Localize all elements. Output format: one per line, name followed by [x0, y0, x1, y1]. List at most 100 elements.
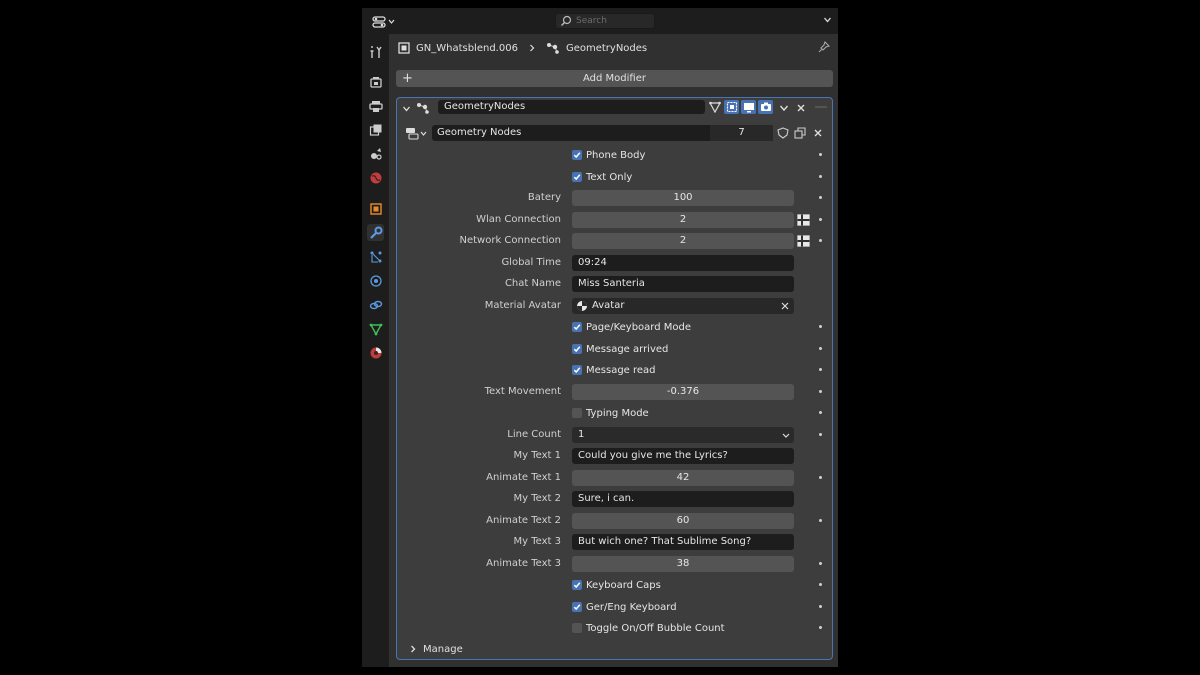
checkbox-box	[572, 172, 582, 182]
keyframe-dot[interactable]	[819, 153, 822, 156]
scene-tab[interactable]	[367, 145, 384, 162]
search-field[interactable]: Search	[555, 13, 655, 29]
property-field[interactable]: Avatar	[572, 298, 794, 314]
property-field[interactable]: 2	[572, 212, 794, 228]
data-tab[interactable]	[367, 320, 384, 337]
search-placeholder: Search	[576, 16, 607, 26]
property-field[interactable]: 100	[572, 190, 794, 206]
keyframe-dot[interactable]	[819, 433, 822, 436]
unlink-close-icon[interactable]	[813, 128, 823, 138]
field-value: Miss Santeria	[578, 278, 645, 289]
property-label: Chat Name	[504, 278, 561, 289]
node-group-name[interactable]: Geometry Nodes	[432, 125, 710, 141]
keyframe-dot[interactable]	[819, 626, 822, 629]
property-checkbox[interactable]: Toggle On/Off Bubble Count	[572, 622, 725, 634]
options-dropdown-icon[interactable]	[823, 15, 832, 24]
keyframe-dot[interactable]	[819, 239, 822, 242]
keyframe-dot[interactable]	[819, 390, 822, 393]
field-value: Could you give me the Lyrics?	[578, 450, 728, 461]
attribute-toggle-icon[interactable]	[797, 214, 810, 226]
output-tab[interactable]	[367, 97, 384, 114]
render-toggle[interactable]	[758, 100, 773, 114]
property-field[interactable]: -0.376	[572, 384, 794, 400]
cage-toggle[interactable]	[724, 100, 739, 114]
property-label: Animate Text 3	[486, 558, 561, 569]
property-field[interactable]: 09:24	[572, 255, 794, 271]
property-field[interactable]: Miss Santeria	[572, 276, 794, 292]
user-count[interactable]: 7	[710, 125, 773, 141]
world-tab[interactable]	[367, 169, 384, 186]
property-row: Ger/Eng Keyboard	[397, 598, 834, 615]
chevron-down-icon[interactable]	[779, 103, 789, 113]
keyframe-dot[interactable]	[819, 583, 822, 586]
keyframe-dot[interactable]	[819, 196, 822, 199]
property-checkbox[interactable]: Keyboard Caps	[572, 579, 661, 591]
object-icon	[369, 202, 382, 215]
property-field[interactable]: But wich one? That Sublime Song?	[572, 534, 794, 550]
editor-type-button[interactable]	[372, 13, 402, 30]
drag-handle-icon[interactable]	[815, 106, 827, 110]
property-field[interactable]: 60	[572, 513, 794, 529]
keyframe-dot[interactable]	[819, 476, 822, 479]
property-row: My Text 3 But wich one? That Sublime Song…	[397, 533, 834, 550]
pin-icon[interactable]	[818, 41, 830, 53]
keyframe-dot[interactable]	[819, 519, 822, 522]
fake-user-shield-icon[interactable]	[777, 127, 789, 139]
property-row: My Text 1 Could you give me the Lyrics?	[397, 447, 834, 464]
property-checkbox[interactable]: Message arrived	[572, 343, 668, 355]
close-icon[interactable]	[796, 103, 806, 113]
property-field[interactable]: 42	[572, 470, 794, 486]
constraints-tab[interactable]	[367, 296, 384, 313]
property-label: My Text 2	[513, 493, 562, 504]
checkbox-label: Message arrived	[586, 343, 669, 355]
keyframe-dot[interactable]	[819, 411, 822, 414]
chevron-right-icon	[530, 44, 535, 52]
object-tab[interactable]	[367, 200, 384, 217]
duplicate-icon[interactable]	[794, 127, 806, 139]
property-field[interactable]: Could you give me the Lyrics?	[572, 448, 794, 464]
property-field[interactable]: Sure, i can.	[572, 491, 794, 507]
viewport-toggle[interactable]	[741, 100, 756, 114]
tool-tab[interactable]	[367, 43, 384, 60]
physics-icon	[369, 274, 382, 287]
property-field[interactable]: 38	[572, 556, 794, 572]
attribute-toggle-icon[interactable]	[797, 235, 810, 247]
keyframe-dot[interactable]	[819, 368, 822, 371]
edit-mode-toggle[interactable]	[707, 100, 722, 114]
property-checkbox[interactable]: Ger/Eng Keyboard	[572, 601, 677, 613]
chevron-down-icon	[782, 433, 790, 438]
world-icon	[370, 172, 381, 183]
breadcrumb: GN_Whatsblend.006 GeometryNodes	[398, 41, 647, 55]
modifier-tab[interactable]	[367, 224, 384, 241]
collapse-chevron-icon[interactable]	[402, 104, 411, 113]
property-checkbox[interactable]: Message read	[572, 364, 656, 376]
property-label: Text Movement	[484, 386, 561, 397]
particles-tab[interactable]	[367, 248, 384, 265]
keyframe-dot[interactable]	[819, 605, 822, 608]
property-label: Global Time	[501, 257, 561, 268]
property-checkbox[interactable]: Text Only	[572, 171, 632, 183]
property-checkbox[interactable]: Phone Body	[572, 149, 645, 161]
modifier-name-field[interactable]: GeometryNodes	[438, 100, 705, 114]
property-checkbox[interactable]: Typing Mode	[572, 407, 649, 419]
property-label: Line Count	[507, 429, 561, 440]
material-tab[interactable]	[367, 344, 384, 361]
physics-tab[interactable]	[367, 272, 384, 289]
check-icon	[573, 367, 581, 374]
keyframe-dot[interactable]	[819, 562, 822, 565]
keyframe-dot[interactable]	[819, 218, 822, 221]
node-group-browse[interactable]	[405, 125, 431, 141]
keyframe-dot[interactable]	[819, 347, 822, 350]
keyframe-dot[interactable]	[819, 325, 822, 328]
cage-icon	[726, 101, 737, 113]
modifier-header: GeometryNodes	[397, 98, 832, 118]
render-tab[interactable]	[367, 73, 384, 90]
property-checkbox[interactable]: Page/Keyboard Mode	[572, 321, 691, 333]
clear-icon[interactable]	[781, 302, 789, 310]
view-layer-tab[interactable]	[367, 121, 384, 138]
keyframe-dot[interactable]	[819, 175, 822, 178]
property-field[interactable]: 2	[572, 233, 794, 249]
manage-subpanel[interactable]: Manage	[409, 642, 463, 656]
property-field[interactable]: 1	[572, 427, 794, 443]
add-modifier-button[interactable]: + Add Modifier	[396, 70, 833, 87]
